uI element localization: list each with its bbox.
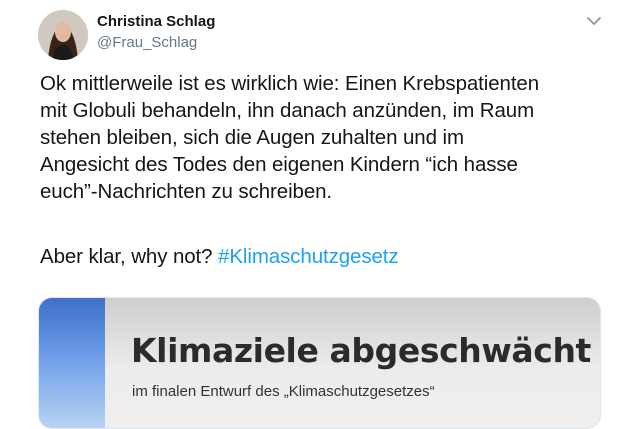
author-handle[interactable]: @Frau_Schlag: [97, 34, 197, 51]
hashtag-link[interactable]: #Klimaschutzgesetz: [218, 245, 399, 268]
author-name[interactable]: Christina Schlag: [97, 13, 215, 30]
tweet-text-line: Ok mittlerweile ist es wirklich wie: Ein…: [40, 72, 540, 95]
tweet-text-line: stehen bleiben, sich die Augen zuhalten …: [40, 126, 464, 149]
tweet-text-line: mit Globuli behandeln, ihn danach anzünd…: [40, 99, 535, 122]
tweet-text-line: euch”-Nachrichten zu schreiben.: [40, 180, 333, 203]
tweet-text-line: Angesicht des Todes den eigenen Kindern …: [40, 153, 518, 176]
card-image-left: [39, 298, 105, 428]
card-title: Klimaziele abgeschwächt: [131, 331, 591, 370]
closing-text: Aber klar, why not?: [40, 245, 219, 268]
tweet-closing-line: Aber klar, why not? #Klimaschutzgesetz: [40, 243, 600, 270]
tweet-menu-button[interactable]: [584, 12, 604, 30]
chevron-down-icon: [587, 17, 601, 25]
tweet-text: Ok mittlerweile ist es wirklich wie: Ein…: [40, 70, 600, 270]
link-preview-card[interactable]: Klimaziele abgeschwächt im finalen Entwu…: [38, 297, 601, 429]
card-subtitle: im finalen Entwurf des „Klimaschutzgeset…: [132, 383, 435, 400]
avatar[interactable]: [38, 10, 88, 60]
